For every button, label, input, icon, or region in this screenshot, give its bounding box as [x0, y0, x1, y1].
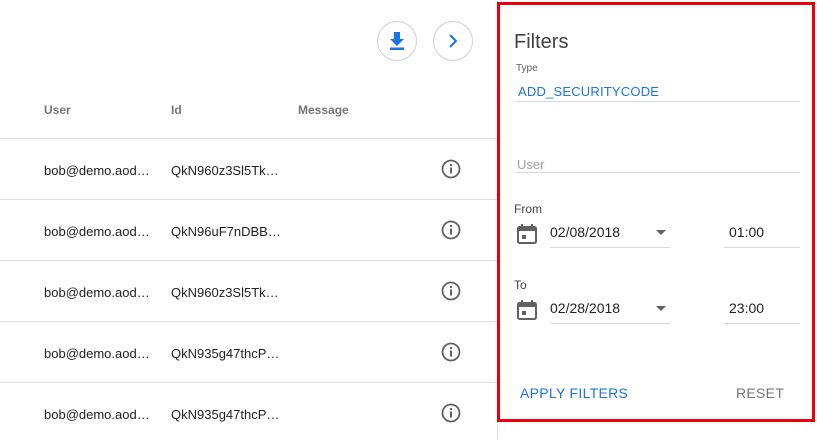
cell-id: QkN960z3Sl5TkA… — [171, 285, 285, 300]
calendar-icon[interactable] — [516, 223, 538, 245]
from-date-value: 02/08/2018 — [550, 224, 621, 240]
table-row[interactable]: bob@demo.aodo… QkN960z3Sl5TkA… — [0, 139, 497, 200]
info-icon[interactable] — [440, 280, 462, 302]
cell-user: bob@demo.aodo… — [44, 285, 156, 300]
type-select[interactable]: ADD_SECURITYCODE — [518, 84, 659, 99]
column-header-message[interactable]: Message — [298, 103, 349, 117]
info-icon[interactable] — [440, 158, 462, 180]
chevron-down-icon — [656, 230, 666, 235]
cell-id: QkN960z3Sl5TkA… — [171, 163, 285, 178]
chevron-right-icon — [449, 34, 458, 48]
download-icon — [390, 32, 404, 50]
to-time-underline — [724, 323, 800, 324]
cell-id: QkN96uF7nDBBH… — [171, 224, 285, 239]
column-header-id[interactable]: Id — [171, 103, 182, 117]
to-label: To — [514, 278, 527, 292]
results-panel: User Id Message bob@demo.aodo… QkN960z3S… — [0, 0, 497, 440]
info-icon[interactable] — [440, 219, 462, 241]
cell-user: bob@demo.aodo… — [44, 163, 156, 178]
column-header-user[interactable]: User — [44, 103, 71, 117]
chevron-down-icon — [656, 306, 666, 311]
to-date-underline — [550, 323, 670, 324]
from-date-underline — [550, 247, 670, 248]
user-underline — [516, 172, 800, 173]
cell-user: bob@demo.aodo… — [44, 224, 156, 239]
from-time-underline — [724, 247, 800, 248]
info-icon[interactable] — [440, 341, 462, 363]
reset-button[interactable]: RESET — [736, 385, 784, 401]
table-row[interactable]: bob@demo.aodo… QkN935g47thcP3… — [0, 322, 497, 383]
filters-panel: Filters Type ADD_SECURITYCODE From 02/08… — [497, 2, 815, 422]
table-row[interactable]: bob@demo.aodo… QkN935g47thcP3… — [0, 383, 497, 440]
type-label: Type — [516, 63, 538, 74]
apply-filters-button[interactable]: APPLY FILTERS — [520, 385, 628, 401]
app-root: User Id Message bob@demo.aodo… QkN960z3S… — [0, 0, 817, 440]
cell-user: bob@demo.aodo… — [44, 346, 156, 361]
table-row[interactable]: bob@demo.aodo… QkN960z3Sl5TkA… — [0, 261, 497, 322]
cell-user: bob@demo.aodo… — [44, 407, 156, 422]
download-button[interactable] — [377, 21, 417, 61]
cell-id: QkN935g47thcP3… — [171, 346, 285, 361]
to-time-input[interactable]: 23:00 — [724, 297, 800, 321]
cell-id: QkN935g47thcP3… — [171, 407, 285, 422]
filters-title: Filters — [514, 31, 569, 53]
to-date-value: 02/28/2018 — [550, 300, 621, 316]
type-underline — [516, 101, 800, 102]
table-row[interactable]: bob@demo.aodo… QkN96uF7nDBBH… — [0, 200, 497, 261]
from-date-select[interactable]: 02/08/2018 — [550, 221, 670, 245]
from-time-input[interactable]: 01:00 — [724, 221, 800, 245]
from-label: From — [514, 202, 542, 216]
calendar-icon[interactable] — [516, 299, 538, 321]
info-icon[interactable] — [440, 402, 462, 424]
from-time-value: 01:00 — [729, 224, 765, 240]
to-time-value: 23:00 — [729, 300, 765, 316]
to-date-select[interactable]: 02/28/2018 — [550, 297, 670, 321]
next-page-button[interactable] — [433, 21, 473, 61]
